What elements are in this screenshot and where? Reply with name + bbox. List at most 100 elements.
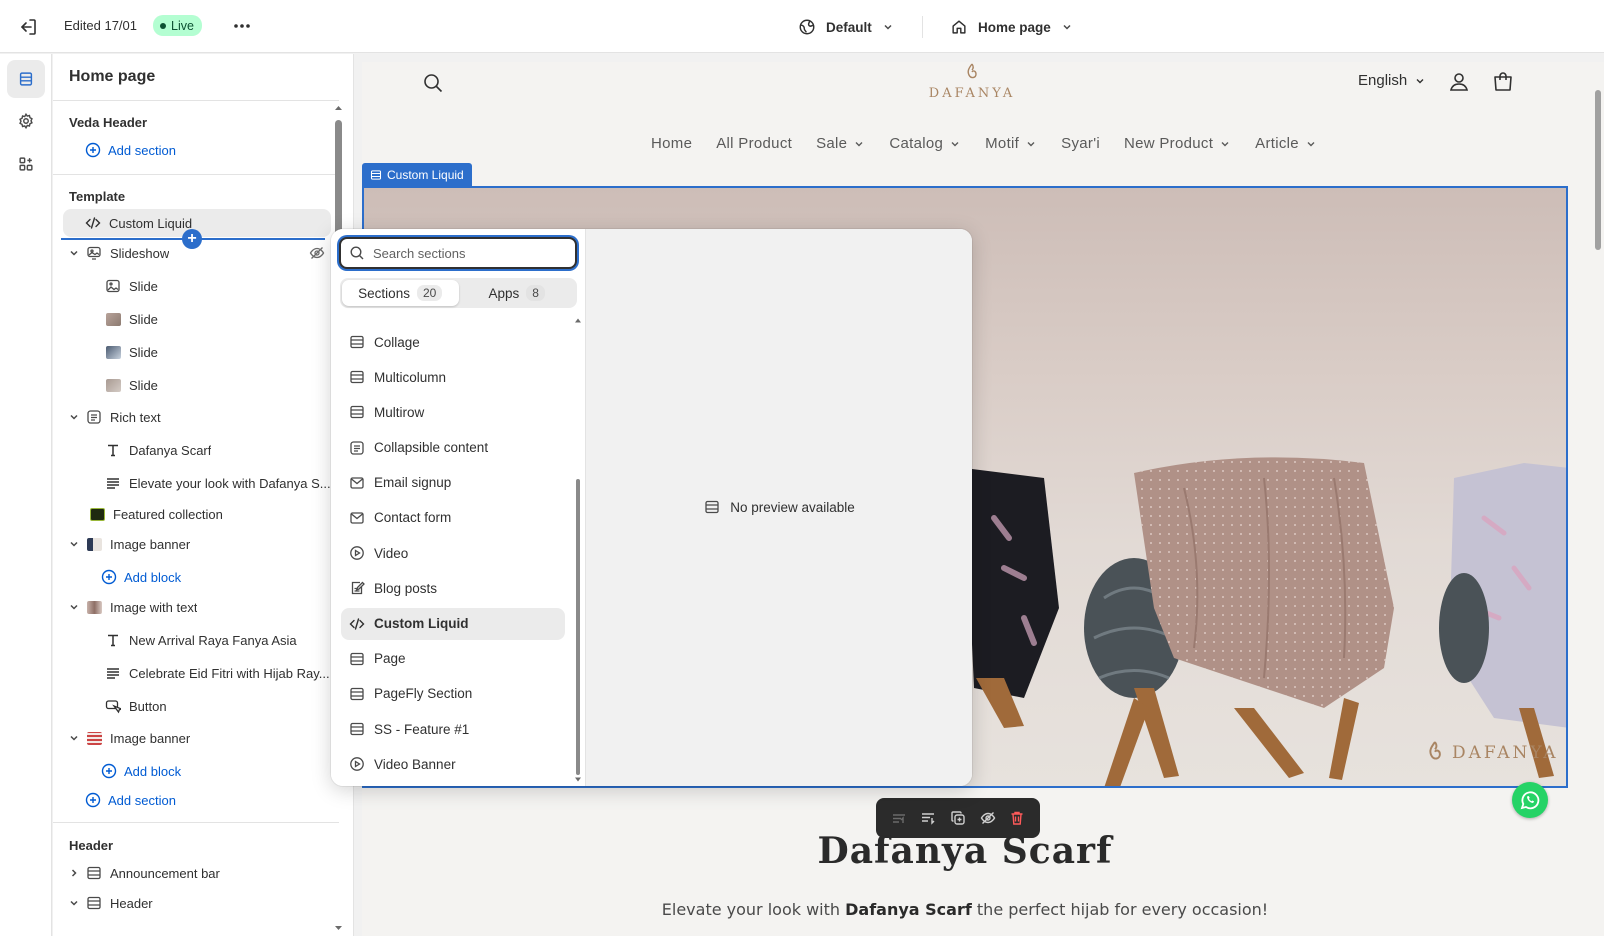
account-icon[interactable] [1447,70,1471,94]
section-icon [86,895,102,911]
sections-icon[interactable] [7,60,45,98]
hide-icon[interactable] [979,809,997,827]
chevron-right-icon[interactable] [66,865,82,881]
section-option-label: Collage [374,334,420,350]
plus-circle-icon [85,142,101,158]
delete-icon[interactable] [1008,809,1026,827]
section-list-scrollbar[interactable] [574,317,582,783]
banner-logo: DAFANYA [1424,736,1559,770]
sidebar-item-image-banner[interactable]: Image banner [63,530,331,558]
nav-item-motif[interactable]: Motif [985,135,1037,152]
sidebar-item-slideshow[interactable]: Slideshow [63,239,331,267]
nav-item-home[interactable]: Home [651,135,692,152]
tab-count: 8 [526,285,545,301]
theme-name: Default [826,19,872,35]
tab-apps[interactable]: Apps 8 [459,280,576,306]
section-option-video-banner[interactable]: Video Banner [341,748,565,780]
search-sections-field[interactable] [339,237,577,269]
sidebar-item-slide[interactable]: Slide [63,305,331,333]
section-option-collapsible-content[interactable]: Collapsible content [341,432,565,464]
preview-scrollbar[interactable] [1592,62,1604,936]
section-option-multicolumn[interactable]: Multicolumn [341,361,565,393]
nav-item-label: Sale [816,135,848,152]
list-icon [349,440,365,456]
sidebar-item-heading[interactable]: New Arrival Raya Fanya Asia [63,626,331,654]
move-down-icon[interactable] [919,809,937,827]
section-option-label: Email signup [374,475,452,491]
nav-item-new-product[interactable]: New Product [1124,135,1231,152]
whatsapp-icon[interactable] [1512,782,1548,818]
text-icon [105,632,121,648]
apps-icon[interactable] [7,145,45,183]
eye-hidden-icon[interactable] [309,245,325,261]
duplicate-icon[interactable] [949,809,967,827]
settings-icon[interactable] [7,102,45,140]
slide-thumb [105,377,121,393]
chevron-down-icon[interactable] [66,245,82,261]
section-option-video[interactable]: Video [341,537,565,569]
section-option-multirow[interactable]: Multirow [341,396,565,428]
section-option-pagefly-section[interactable]: PageFly Section [341,678,565,710]
divider [53,174,339,175]
add-section-button[interactable]: Add section [85,142,176,158]
add-block-button[interactable]: Add block [101,763,181,779]
chevron-down-icon[interactable] [66,895,82,911]
sidebar-item-heading[interactable]: Dafanya Scarf [63,436,331,464]
section-option-page[interactable]: Page [341,643,565,675]
language-selector[interactable]: English [1358,72,1426,89]
section-option-contact-form[interactable]: Contact form [341,502,565,534]
search-sections-input[interactable] [373,245,563,261]
sidebar-item-button[interactable]: Button [63,692,331,720]
chevron-down-icon[interactable] [66,730,82,746]
sidebar-item-featured-collection[interactable]: Featured collection [63,500,331,528]
chevron-down-icon[interactable] [66,599,82,615]
chevron-down-icon[interactable] [66,409,82,425]
nav-item-catalog[interactable]: Catalog [889,135,961,152]
nav-item-article[interactable]: Article [1255,135,1317,152]
sidebar-item-slide[interactable]: Slide [63,338,331,366]
section-icon [349,369,365,385]
tab-label: Sections [358,285,410,301]
sidebar-item-image-banner[interactable]: Image banner [63,724,331,752]
sidebar-item-rich-text[interactable]: Rich text [63,403,331,431]
sidebar-item-label: Image banner [110,730,191,746]
nav-item-all-product[interactable]: All Product [716,135,792,152]
cart-icon[interactable] [1491,70,1515,94]
section-option-blog-posts[interactable]: Blog posts [341,572,565,604]
section-option-collage[interactable]: Collage [341,326,565,358]
add-section-button[interactable]: Add section [85,792,176,808]
more-actions-button[interactable] [229,14,255,38]
sidebar-item-paragraph[interactable]: Elevate your look with Dafanya S... [63,469,331,497]
search-icon[interactable] [422,72,444,94]
plus-circle-icon [85,792,101,808]
chevron-down-icon[interactable] [66,536,82,552]
paragraph-icon [105,475,121,491]
nav-item-syar-i[interactable]: Syar'i [1061,135,1100,152]
code-icon [349,616,365,632]
logo-mark-icon [967,63,977,79]
section-option-email-signup[interactable]: Email signup [341,467,565,499]
page-selector[interactable]: Home page [950,13,1073,41]
section-option-custom-liquid[interactable]: Custom Liquid [341,607,565,640]
section-option-ss-feature-1[interactable]: SS - Feature #1 [341,713,565,745]
sidebar-item-announcement-bar[interactable]: Announcement bar [63,859,331,887]
email-icon [349,510,365,526]
group-title-template: Template [69,189,126,204]
sidebar-item-paragraph[interactable]: Celebrate Eid Fitri with Hijab Ray... [63,659,331,687]
tab-sections[interactable]: Sections 20 [342,280,459,306]
nav-item-sale[interactable]: Sale [816,135,865,152]
slide-icon [105,278,121,294]
sidebar-item-label: Dafanya Scarf [129,442,212,458]
add-block-button[interactable]: Add block [101,569,181,585]
exit-icon[interactable] [16,15,40,39]
sidebar-item-header[interactable]: Header [63,889,331,917]
sidebar-item-label: Slide [129,311,158,327]
store-logo[interactable]: DAFANYA [922,62,1022,104]
move-up-icon[interactable] [890,809,908,827]
selected-section-label[interactable]: Custom Liquid [362,163,472,186]
sidebar-item-label: Image with text [110,599,198,615]
sidebar-item-slide[interactable]: Slide [63,272,331,300]
sidebar-item-slide[interactable]: Slide [63,371,331,399]
sidebar-item-image-with-text[interactable]: Image with text [63,593,331,621]
theme-selector[interactable]: Default [798,13,894,41]
